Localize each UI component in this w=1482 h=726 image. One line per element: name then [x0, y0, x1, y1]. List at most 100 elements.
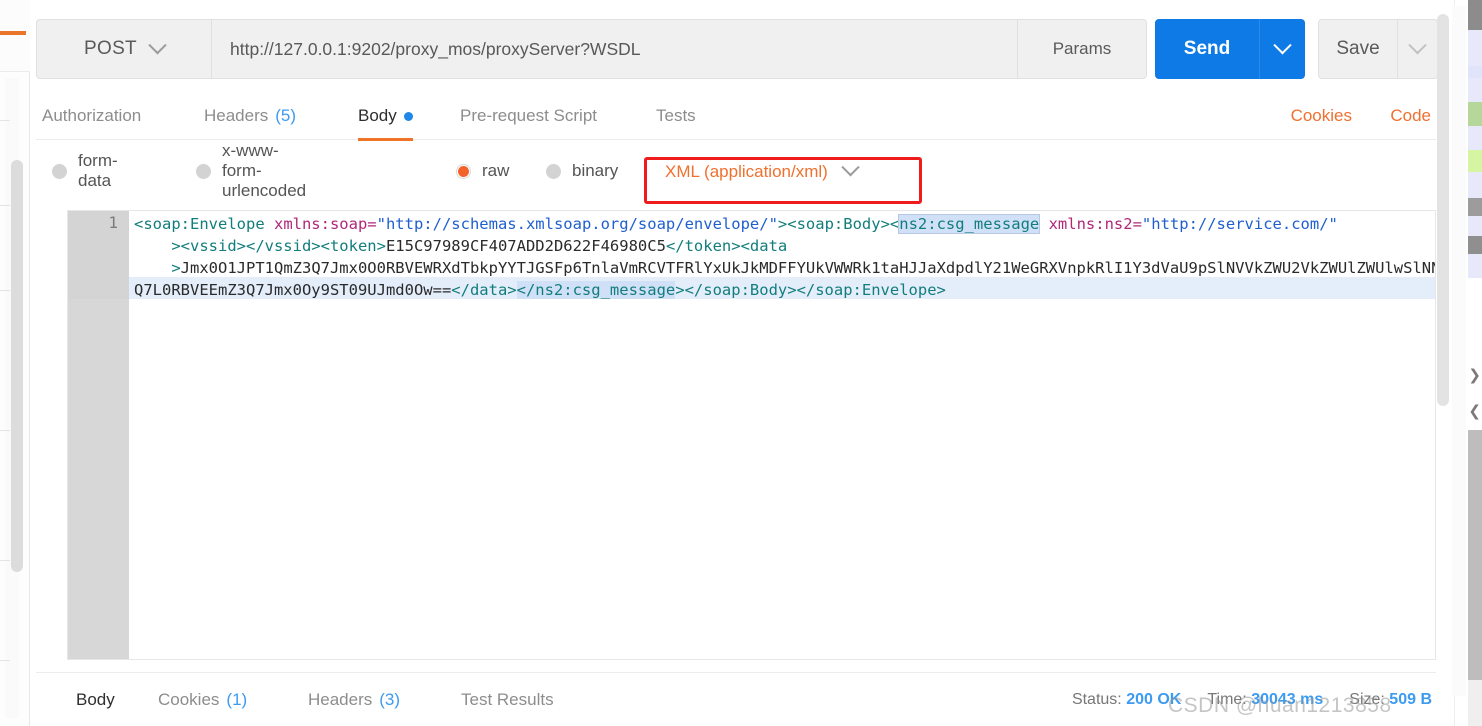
left-panel-edge — [0, 0, 30, 726]
save-options-button[interactable] — [1398, 19, 1438, 79]
right-scrollbar-track[interactable] — [1437, 6, 1466, 696]
left-scrollbar-thumb[interactable] — [11, 160, 23, 572]
line-number: 1 — [108, 213, 118, 232]
strip-block — [1468, 198, 1482, 216]
http-method-select[interactable]: POST — [36, 19, 212, 79]
response-tab-test-results[interactable]: Test Results — [461, 673, 554, 726]
tab-headers[interactable]: Headers (5) — [204, 92, 296, 140]
content-type-value: XML (application/xml) — [665, 161, 828, 181]
left-tick — [0, 205, 10, 206]
code-token-tag: ><soap:Body>< — [777, 215, 900, 233]
tab-tests[interactable]: Tests — [656, 92, 696, 140]
tab-pre-request-script[interactable]: Pre-request Script — [460, 92, 597, 140]
editor-gutter: 1 — [68, 211, 129, 659]
editor-gutter-active — [68, 211, 129, 299]
postman-request-panel: POST http://127.0.0.1:9202/proxy_mos/pro… — [31, 0, 1442, 726]
tab-label: Authorization — [42, 106, 142, 125]
response-tab-label: Cookies — [158, 690, 220, 709]
response-tab-body[interactable]: Body — [76, 673, 115, 726]
code-token-matching-tag-close: </ns2:csg_message — [516, 281, 676, 299]
radio-label: raw — [482, 161, 510, 180]
params-button-label: Params — [1052, 39, 1112, 58]
strip-block — [1468, 102, 1482, 126]
time-group: Time: 30043 ms — [1207, 691, 1323, 709]
strip-block — [1468, 430, 1482, 680]
radio-icon — [52, 163, 67, 179]
tab-label: Body — [358, 106, 397, 125]
left-panel-edge-top — [0, 0, 30, 72]
tab-label: Headers — [204, 106, 269, 125]
strip-block — [1468, 126, 1482, 150]
radio-raw[interactable]: raw — [456, 148, 509, 194]
strip-block — [1468, 216, 1482, 236]
code-token-attr: xmlns:soap= — [273, 215, 377, 233]
editor-content[interactable]: <soap:Envelope xmlns:soap="http://schema… — [129, 211, 1435, 301]
tab-active-underline — [358, 138, 413, 141]
strip-block — [1468, 78, 1482, 102]
save-button[interactable]: Save — [1318, 19, 1398, 79]
code-link-label: Code — [1390, 106, 1431, 125]
code-token-tag: ></soap:Body></soap:Envelope> — [675, 281, 946, 299]
unsaved-dot-icon — [403, 111, 413, 121]
response-tab-headers[interactable]: Headers (3) — [308, 673, 400, 726]
left-tick — [0, 120, 10, 121]
save-button-label: Save — [1336, 38, 1380, 59]
tab-count: (5) — [275, 106, 297, 125]
url-input[interactable]: http://127.0.0.1:9202/proxy_mos/proxySer… — [212, 19, 1018, 79]
code-token-text: E15C97989CF407ADD2D622F46980C5 — [385, 237, 666, 255]
right-scrollbar-thumb[interactable] — [1437, 14, 1449, 406]
left-scrollbar-track[interactable] — [5, 78, 23, 718]
radio-label: form-data — [78, 151, 118, 190]
response-tab-count: (1) — [226, 690, 248, 709]
tab-authorization[interactable]: Authorization — [42, 92, 148, 140]
cookies-link[interactable]: Cookies — [1291, 92, 1352, 140]
strip-block — [1468, 66, 1482, 78]
left-tick — [0, 560, 10, 561]
response-footer: Body Cookies (1) Headers (3) Test Result… — [36, 672, 1436, 726]
tab-body[interactable]: Body — [358, 92, 413, 141]
radio-x-www-form-urlencoded[interactable]: x-www-form-urlencoded — [196, 141, 306, 200]
chevron-down-icon — [1408, 35, 1427, 54]
radio-icon — [196, 163, 211, 179]
content-type-select[interactable]: XML (application/xml) — [651, 151, 871, 192]
params-button[interactable]: Params — [1018, 19, 1147, 79]
strip-block — [1468, 30, 1482, 66]
response-tab-cookies[interactable]: Cookies (1) — [158, 673, 247, 726]
send-options-button[interactable] — [1259, 19, 1305, 79]
code-token-string: "http://service.com/" — [1141, 215, 1338, 233]
code-token-tag: </data> — [451, 281, 517, 299]
code-token-attr: xmlns:ns2= — [1048, 215, 1142, 233]
strip-block — [1468, 236, 1482, 254]
time-label: Time: — [1207, 691, 1247, 708]
status-group: Status: 200 OK — [1072, 691, 1181, 709]
radio-form-data[interactable]: form-data — [52, 148, 118, 194]
send-button[interactable]: Send — [1155, 19, 1259, 79]
size-value: 509 B — [1389, 691, 1432, 708]
http-method-label: POST — [84, 38, 137, 59]
url-input-value: http://127.0.0.1:9202/proxy_mos/proxySer… — [230, 38, 641, 59]
code-token-base64: Q7L0RBVEEmZ3Q7Jmx0Oy9ST09UJmd0Ow== — [134, 281, 452, 299]
tab-label: Tests — [656, 106, 696, 125]
left-tick — [0, 430, 10, 431]
chevron-down-icon — [148, 35, 167, 54]
chevron-up-icon[interactable]: ❮ — [1468, 404, 1481, 419]
code-link[interactable]: Code — [1390, 92, 1431, 140]
radio-label: x-www-form-urlencoded — [222, 141, 307, 200]
raw-body-editor[interactable]: 1 <soap:Envelope xmlns:soap="http://sche… — [67, 210, 1436, 660]
response-tab-count: (3) — [379, 690, 401, 709]
code-token-matching-tag: ns2:csg_message — [898, 214, 1041, 234]
response-tab-label: Headers — [308, 690, 373, 709]
radio-binary[interactable]: binary — [546, 148, 618, 194]
editor-code-area[interactable]: <soap:Envelope xmlns:soap="http://schema… — [129, 211, 1435, 659]
left-accent-rule — [0, 31, 26, 35]
code-token-tag: </token><data — [665, 237, 788, 255]
chevron-down-icon — [1273, 35, 1292, 54]
cookies-link-label: Cookies — [1290, 106, 1352, 125]
strip-block — [1468, 0, 1482, 30]
request-tab-bar: Authorization Headers (5) Body Pre-reque… — [36, 92, 1436, 141]
time-value: 30043 ms — [1251, 691, 1324, 708]
chevron-right-icon[interactable]: ❯ — [1468, 368, 1481, 383]
chevron-down-icon — [841, 158, 860, 177]
send-button-label: Send — [1183, 38, 1231, 59]
